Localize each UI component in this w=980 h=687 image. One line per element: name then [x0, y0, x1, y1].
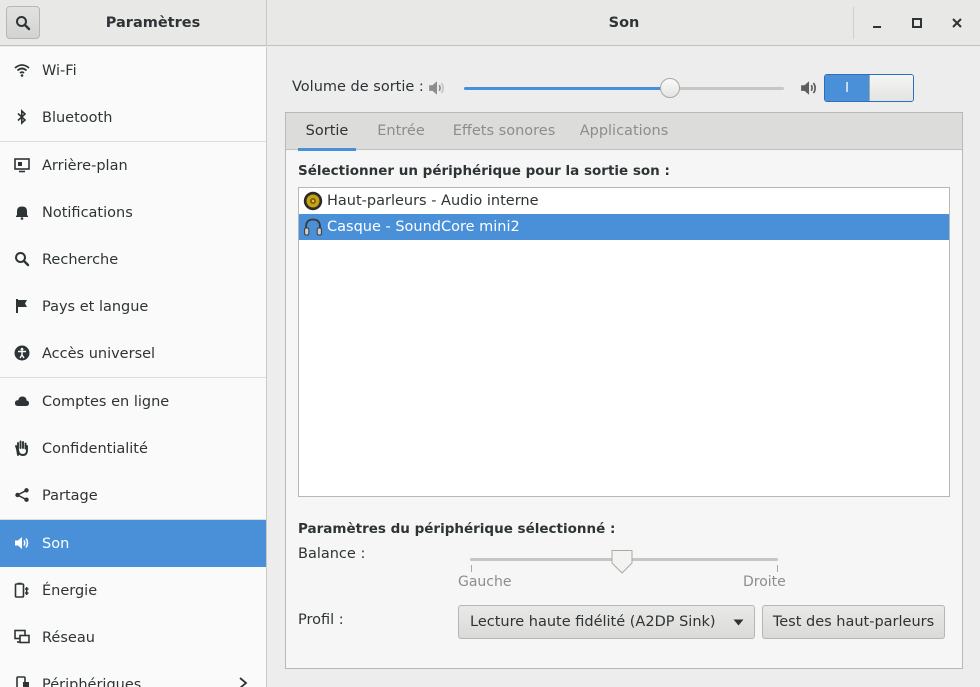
test-speakers-button[interactable]: Test des haut-parleurs	[762, 605, 945, 639]
sidebar-item-sharing[interactable]: Partage	[0, 472, 266, 519]
sidebar-item-label: Recherche	[42, 251, 119, 268]
sidebar-item-network[interactable]: Réseau	[0, 614, 266, 661]
balance-tick-left	[471, 565, 472, 572]
output-volume-fill	[464, 87, 671, 90]
sidebar-item-sound[interactable]: Son	[0, 520, 266, 567]
tab-bar: Sortie Entrée Effets sonores Application…	[286, 113, 962, 151]
device-label: Haut-parleurs - Audio interne	[327, 193, 539, 209]
share-icon	[13, 486, 31, 504]
sidebar-header: Paramètres	[0, 0, 267, 46]
device-label: Casque - SoundCore mini2	[327, 219, 520, 235]
sidebar-item-label: Périphériques	[42, 676, 142, 687]
search-icon	[13, 250, 31, 268]
network-icon	[13, 628, 31, 646]
sidebar-item-accessibility[interactable]: Accès universel	[0, 330, 266, 377]
output-device-heading: Sélectionner un périphérique pour la sor…	[298, 163, 670, 179]
speaker-device-icon	[303, 191, 323, 211]
background-icon	[13, 156, 31, 174]
sidebar-item-label: Wi-Fi	[42, 62, 77, 79]
header-separator	[853, 7, 854, 39]
sidebar-item-wifi[interactable]: Wi-Fi	[0, 47, 266, 94]
sidebar-item-online-accounts[interactable]: Comptes en ligne	[0, 378, 266, 425]
search-icon	[16, 15, 31, 30]
output-device-list: Haut-parleurs - Audio interne Casque - S…	[298, 187, 950, 497]
sidebar-item-label: Notifications	[42, 204, 133, 221]
sidebar-item-label: Réseau	[42, 629, 95, 646]
sidebar-item-privacy[interactable]: Confidentialité	[0, 425, 266, 472]
sidebar-item-devices[interactable]: Périphériques	[0, 661, 266, 687]
balance-label: Balance :	[298, 546, 366, 562]
volume-high-icon	[801, 81, 817, 95]
chevron-down-icon	[733, 619, 744, 626]
settings-title: Paramètres	[105, 15, 201, 31]
cloud-icon	[13, 392, 31, 410]
bell-icon	[13, 203, 31, 221]
sound-panel: Volume de sortie : I Sortie Entrée Effet…	[268, 47, 980, 687]
sidebar-item-background[interactable]: Arrière-plan	[0, 142, 266, 189]
sidebar-item-label: Son	[42, 535, 70, 552]
accessibility-icon	[13, 344, 31, 362]
speaker-icon	[13, 534, 31, 552]
list-item-internal-speakers[interactable]: Haut-parleurs - Audio interne	[299, 188, 949, 214]
close-button[interactable]	[942, 8, 972, 38]
sidebar-item-region[interactable]: Pays et langue	[0, 283, 266, 330]
power-icon	[13, 581, 31, 599]
output-volume-slider[interactable]	[464, 87, 784, 90]
maximize-icon	[912, 18, 922, 28]
output-volume-label: Volume de sortie :	[292, 79, 424, 95]
balance-handle[interactable]	[611, 549, 633, 574]
chevron-right-icon	[238, 676, 248, 687]
profile-value: Lecture haute fidélité (A2DP Sink)	[470, 614, 716, 630]
devices-icon	[13, 675, 31, 687]
minimize-button[interactable]	[862, 8, 892, 38]
profile-dropdown[interactable]: Lecture haute fidélité (A2DP Sink)	[458, 605, 755, 639]
profile-label: Profil :	[298, 612, 344, 628]
tab-output[interactable]: Sortie	[298, 113, 356, 151]
wifi-icon	[13, 61, 31, 79]
sidebar-item-notifications[interactable]: Notifications	[0, 189, 266, 236]
sidebar-item-label: Comptes en ligne	[42, 393, 170, 410]
balance-left-label: Gauche	[458, 574, 512, 590]
switch-handle	[869, 75, 913, 101]
sidebar-item-label: Accès universel	[42, 345, 156, 362]
headphones-icon	[304, 218, 322, 236]
search-button[interactable]	[6, 6, 40, 39]
sidebar-item-label: Arrière-plan	[42, 157, 128, 174]
output-volume-handle[interactable]	[660, 78, 681, 98]
sidebar-item-label: Confidentialité	[42, 440, 148, 457]
balance-tick-right	[777, 565, 778, 572]
tab-sound-effects[interactable]: Effets sonores	[448, 113, 560, 150]
sidebar-item-label: Pays et langue	[42, 298, 149, 315]
close-icon	[952, 18, 962, 28]
bluetooth-icon	[13, 108, 31, 126]
sidebar-item-power[interactable]: Énergie	[0, 567, 266, 614]
flag-icon	[13, 297, 31, 315]
tab-input[interactable]: Entrée	[370, 113, 432, 150]
minimize-icon	[873, 26, 881, 28]
volume-low-icon	[429, 81, 445, 95]
sidebar-item-label: Bluetooth	[42, 109, 113, 126]
maximize-button[interactable]	[902, 8, 932, 38]
sidebar: Wi-Fi Bluetooth Arrière-plan Notificatio…	[0, 47, 267, 687]
sidebar-item-label: Énergie	[42, 582, 98, 599]
sound-notebook: Sortie Entrée Effets sonores Application…	[285, 112, 963, 669]
sidebar-item-bluetooth[interactable]: Bluetooth	[0, 94, 266, 141]
output-mute-switch[interactable]: I	[824, 74, 914, 102]
list-item-headphones[interactable]: Casque - SoundCore mini2	[299, 214, 949, 240]
tab-applications[interactable]: Applications	[576, 113, 672, 150]
hand-icon	[13, 439, 31, 457]
device-settings-heading: Paramètres du périphérique sélectionné :	[298, 521, 616, 537]
header-bar: Paramètres Son	[0, 0, 980, 46]
balance-right-label: Droite	[743, 574, 786, 590]
sidebar-item-search[interactable]: Recherche	[0, 236, 266, 283]
switch-on-label: I	[825, 75, 869, 101]
sidebar-item-label: Partage	[42, 487, 98, 504]
